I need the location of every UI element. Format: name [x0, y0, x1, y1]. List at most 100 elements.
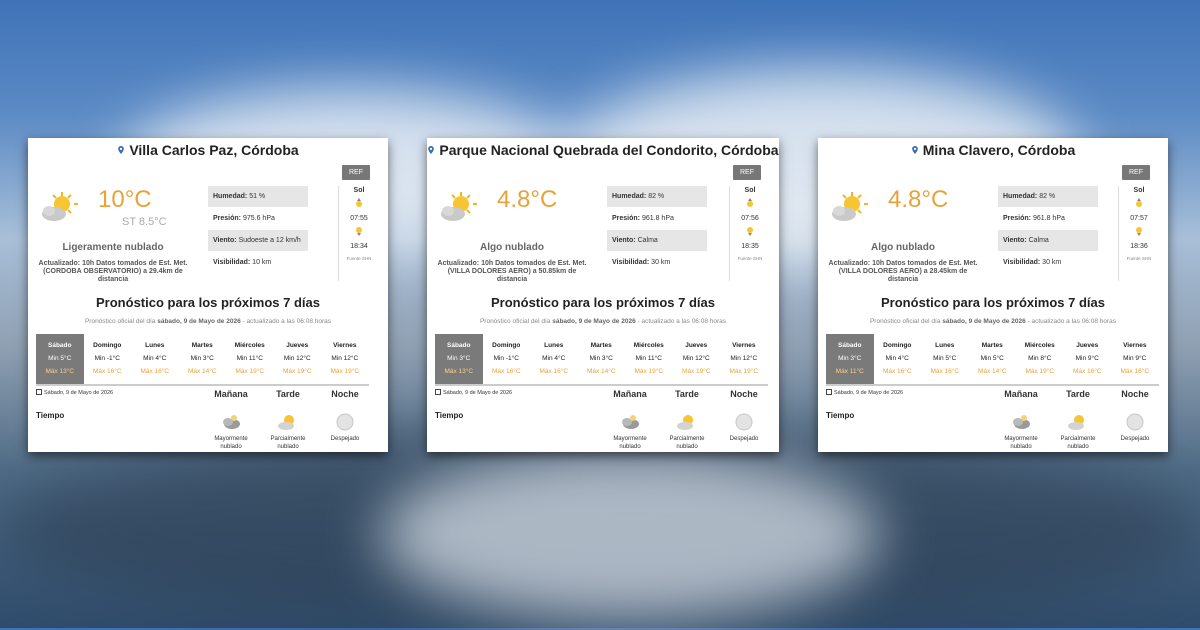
sun-panel: Sol 07:56 18:35 Fuente SHN — [729, 186, 770, 281]
partly-cloudy-icon — [677, 415, 693, 430]
location-title: Parque Nacional Quebrada del Condorito, … — [439, 142, 779, 158]
afternoon-condition: Parcialmente nublado — [270, 436, 306, 450]
wind-row: Viento: Sudoeste a 12 km/h — [208, 230, 308, 251]
forecast-day[interactable]: Lunes Min 5°C Máx 16°C — [921, 334, 969, 384]
forecast-subtitle: Pronóstico oficial del día sábado, 9 de … — [479, 318, 727, 325]
pressure-value: 975.6 hPa — [242, 215, 275, 222]
sun-title: Sol — [353, 187, 365, 194]
stats-panel: Humedad: 82 % Presión: 961.8 hPa Viento:… — [998, 186, 1098, 274]
sun-source: Fuente SHN — [737, 256, 763, 261]
stats-panel: Humedad: 82 % Presión: 961.8 hPa Viento:… — [607, 186, 707, 274]
clear-night-icon — [735, 413, 753, 431]
forecast-title: Pronóstico para los próximos 7 días — [881, 295, 1105, 310]
forecast-day[interactable]: Domingo Min 4°C Máx 16°C — [874, 334, 922, 384]
sun-panel: Sol 07:55 18:34 Fuente SHN — [338, 186, 379, 281]
day-max: Máx 16°C — [92, 368, 122, 375]
day-max: Máx 19°C — [729, 368, 759, 375]
forecast-day[interactable]: Jueves Min 9°C Máx 16°C — [1064, 334, 1112, 384]
updated-info: Actualizado: 10h Datos tomados de Est. M… — [38, 260, 188, 283]
sunrise-time: 07:56 — [741, 215, 759, 222]
sunrise-icon — [1136, 198, 1142, 207]
visibility-row: Visibilidad: 30 km — [1003, 259, 1062, 266]
day-name: Martes — [981, 342, 1003, 349]
forecast-day[interactable]: Domingo Min -1°C Máx 16°C — [84, 334, 132, 384]
period-night: Noche — [331, 389, 359, 399]
feels-like-temperature: ST 8.5°C — [122, 216, 167, 228]
forecast-day[interactable]: Domingo Min -1°C Máx 16°C — [483, 334, 531, 384]
day-name: Viernes — [1123, 342, 1147, 349]
forecast-day[interactable]: Lunes Min 4°C Máx 16°C — [131, 334, 179, 384]
forecast-day[interactable]: Martes Min 5°C Máx 14°C — [969, 334, 1017, 384]
day-min: Min 4°C — [542, 355, 566, 362]
day-max: Máx 14°C — [187, 368, 217, 375]
day-min: Min 5°C — [48, 355, 72, 362]
cloudy-icon — [622, 415, 639, 429]
sunset-time: 18:36 — [1130, 243, 1148, 250]
forecast-day[interactable]: Lunes Min 4°C Máx 16°C — [530, 334, 578, 384]
tiempo-label: Tiempo — [826, 411, 855, 420]
day-name: Jueves — [286, 342, 309, 349]
forecast-day[interactable]: Sábado Min 3°C Máx 13°C — [435, 334, 483, 384]
day-name: Jueves — [1076, 342, 1099, 349]
day-name: Sábado — [838, 342, 862, 349]
forecast-day[interactable]: Martes Min 3°C Máx 14°C — [179, 334, 227, 384]
date-line: Sábado, 9 de Mayo de 2026 — [435, 389, 512, 396]
night-condition: Despejado — [1120, 436, 1150, 442]
day-min: Min 3°C — [190, 355, 214, 362]
period-night: Noche — [1121, 389, 1149, 399]
tiempo-label: Tiempo — [36, 411, 65, 420]
day-max: Máx 19°C — [282, 368, 312, 375]
forecast-days: Sábado Min 3°C Máx 11°C Domingo Min 4°C Máx 1… — [826, 334, 1159, 386]
sunrise-icon — [747, 198, 753, 207]
period-afternoon: Tarde — [675, 389, 699, 399]
sunset-icon — [747, 227, 753, 236]
wind-value: Sudoeste a 12 km/h — [238, 237, 301, 244]
forecast-day[interactable]: Jueves Min 12°C Máx 19°C — [673, 334, 721, 384]
visibility-value: 10 km — [252, 259, 272, 266]
ref-button[interactable]: REF — [342, 165, 370, 180]
day-name: Martes — [191, 342, 213, 349]
updated-info: Actualizado: 10h Datos tomados de Est. M… — [437, 260, 587, 283]
ref-button[interactable]: REF — [1122, 165, 1150, 180]
day-name: Miércoles — [1024, 342, 1055, 349]
weather-card-3: Mina Clavero, Córdoba REF 4.8°C Algo nub… — [818, 138, 1168, 452]
humidity-row: Humedad: 82 % — [998, 186, 1098, 207]
forecast-day[interactable]: Jueves Min 12°C Máx 19°C — [274, 334, 322, 384]
forecast-day[interactable]: Miércoles Min 11°C Máx 19°C — [226, 334, 274, 384]
day-name: Lunes — [145, 342, 165, 349]
day-max: Máx 13°C — [45, 368, 75, 375]
day-max: Máx 16°C — [539, 368, 569, 375]
current-temperature: 10°C — [98, 186, 152, 213]
day-min: Min 8°C — [1028, 355, 1052, 362]
condition-text: Algo nublado — [871, 242, 935, 253]
day-max: Máx 19°C — [634, 368, 664, 375]
day-min: Min 9°C — [1123, 355, 1147, 362]
period-morning: Mañana — [214, 389, 248, 399]
day-max: Máx 19°C — [681, 368, 711, 375]
morning-condition: Mayormente nublado — [613, 436, 647, 450]
day-name: Martes — [590, 342, 612, 349]
day-name: Domingo — [883, 342, 912, 349]
day-min: Min 3°C — [589, 355, 613, 362]
visibility-row: Visibilidad: 30 km — [612, 259, 671, 266]
ref-button[interactable]: REF — [733, 165, 761, 180]
forecast-day[interactable]: Viernes Min 12°C Máx 19°C — [720, 334, 768, 384]
day-max: Máx 19°C — [1025, 368, 1055, 375]
calendar-icon — [826, 389, 832, 395]
humidity-row: Humedad: 82 % — [607, 186, 707, 207]
afternoon-condition: Parcialmente nublado — [1060, 436, 1096, 450]
forecast-day[interactable]: Viernes Min 12°C Máx 19°C — [321, 334, 369, 384]
forecast-day[interactable]: Martes Min 3°C Máx 14°C — [578, 334, 626, 384]
day-max: Máx 19°C — [235, 368, 265, 375]
forecast-day[interactable]: Sábado Min 3°C Máx 11°C — [826, 334, 874, 384]
sunrise-time: 07:55 — [350, 215, 368, 222]
forecast-day[interactable]: Miércoles Min 11°C Máx 19°C — [625, 334, 673, 384]
forecast-days: Sábado Min 3°C Máx 13°C Domingo Min -1°C Máx … — [435, 334, 768, 386]
day-max: Máx 14°C — [586, 368, 616, 375]
forecast-day[interactable]: Viernes Min 9°C Máx 16°C — [1111, 334, 1159, 384]
forecast-day[interactable]: Sábado Min 5°C Máx 13°C — [36, 334, 84, 384]
forecast-day[interactable]: Miércoles Min 8°C Máx 19°C — [1016, 334, 1064, 384]
pressure-value: 961.8 hPa — [641, 215, 674, 222]
day-max: Máx 16°C — [140, 368, 170, 375]
day-min: Min -1°C — [94, 355, 120, 362]
